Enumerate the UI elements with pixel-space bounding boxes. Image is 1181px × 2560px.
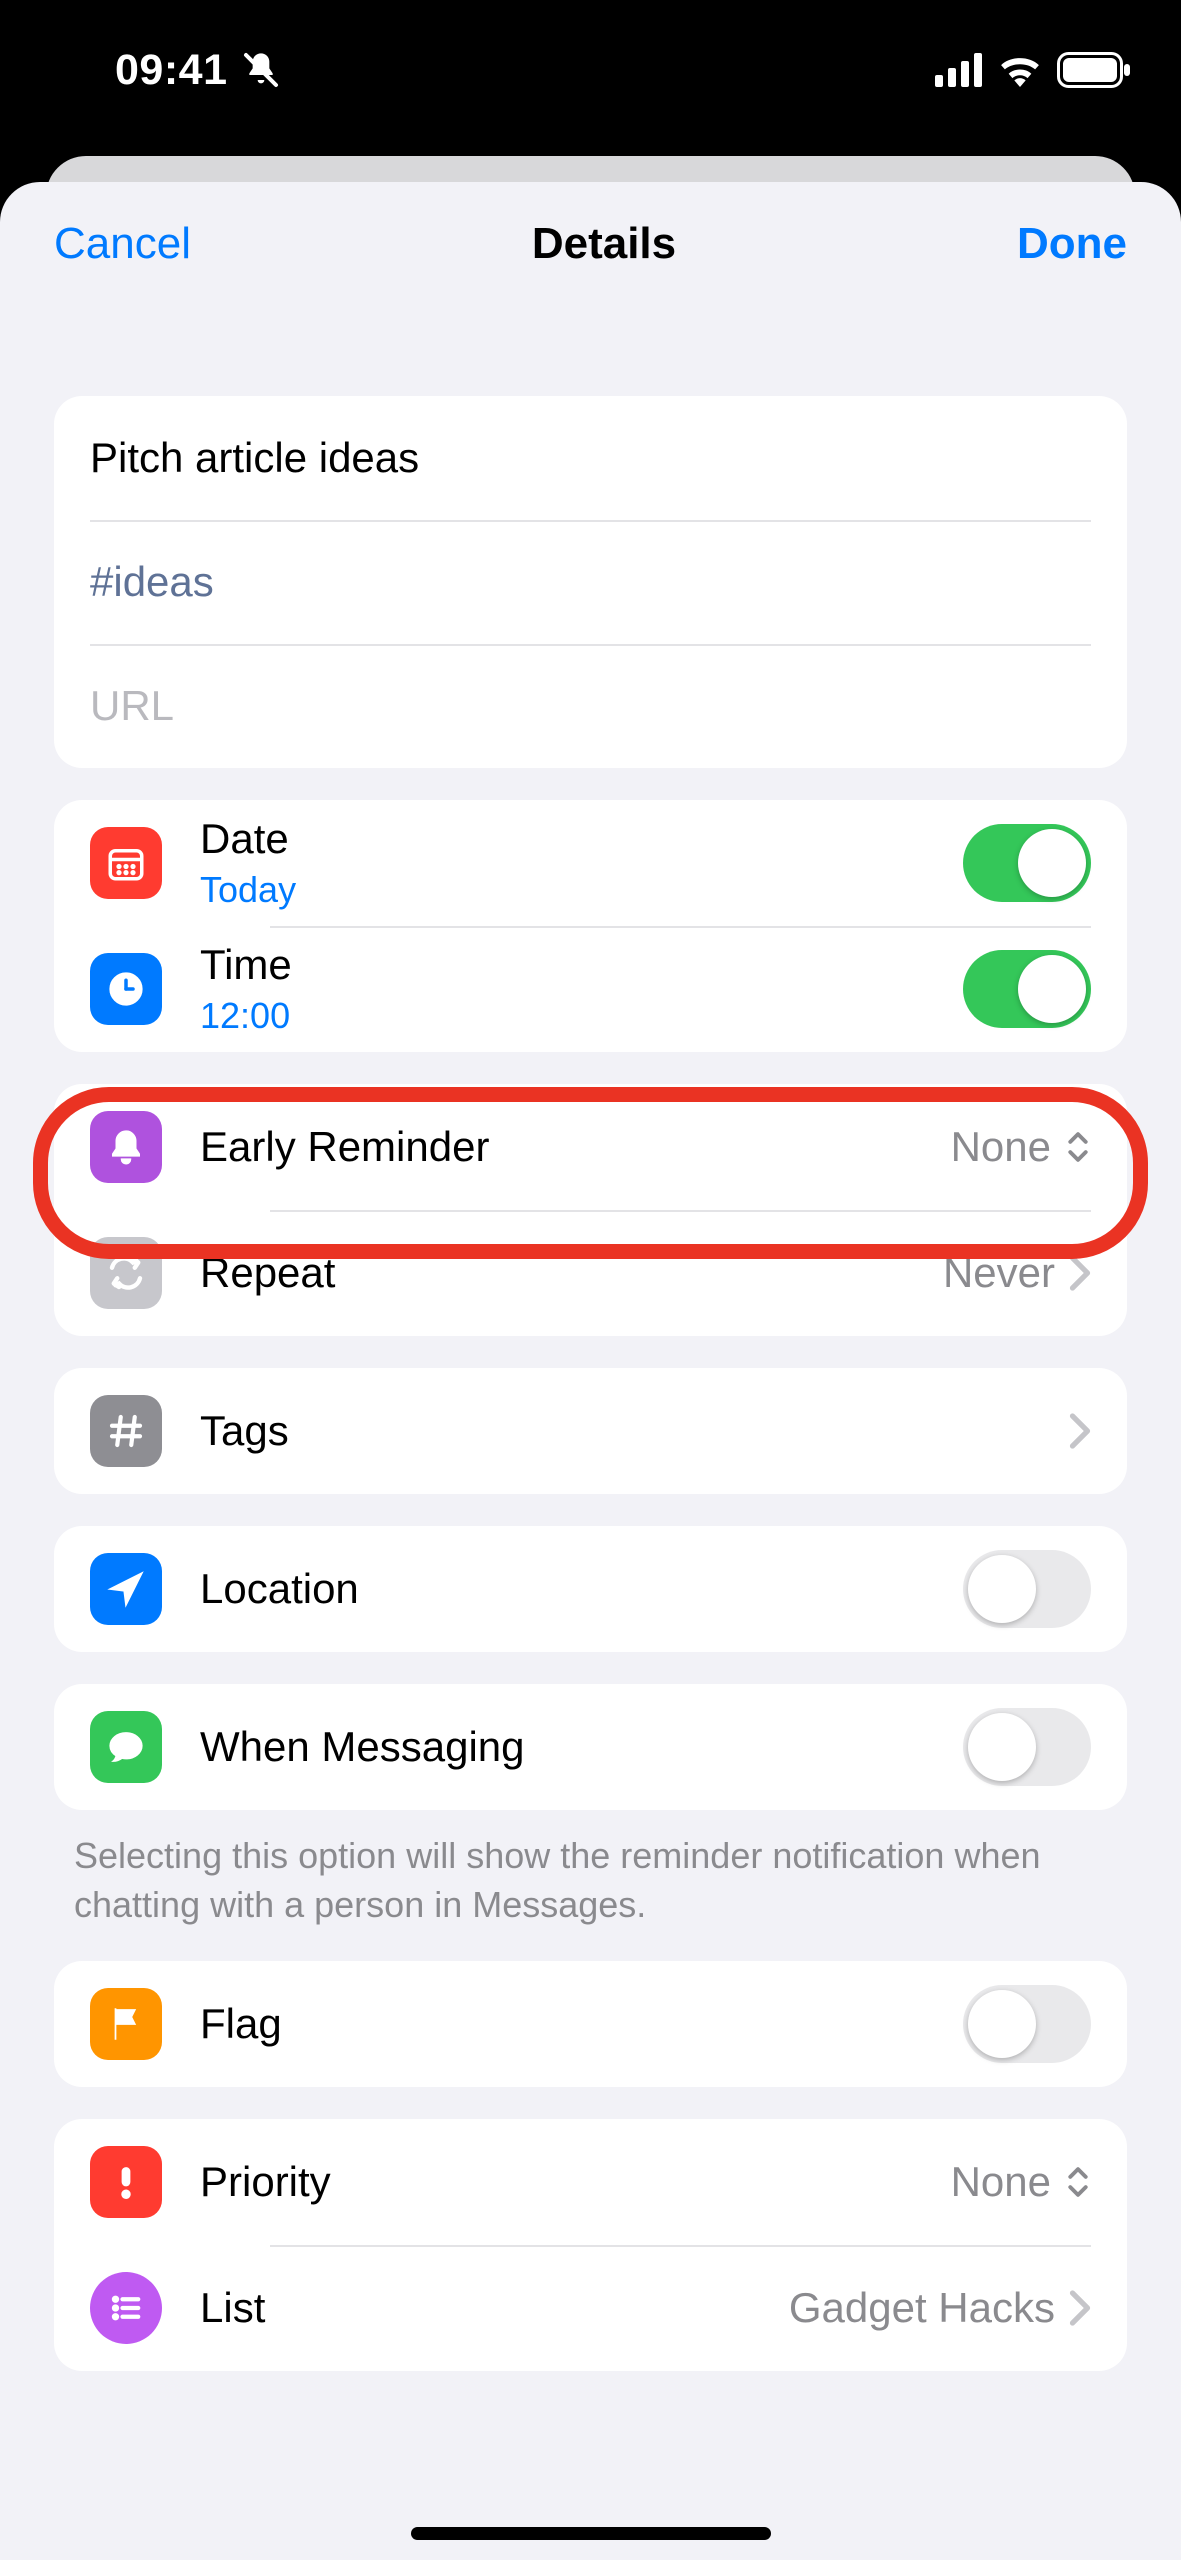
location-arrow-icon	[90, 1553, 162, 1625]
location-group: Location	[54, 1526, 1127, 1652]
repeat-value: Never	[943, 1249, 1055, 1297]
reminder-url-field[interactable]: URL	[54, 644, 1127, 768]
priority-list-group: Priority None List Gadget Hacks	[54, 2119, 1127, 2371]
tags-group: Tags	[54, 1368, 1127, 1494]
list-value: Gadget Hacks	[789, 2284, 1055, 2332]
date-value: Today	[200, 869, 963, 911]
list-label: List	[200, 2284, 789, 2332]
battery-icon	[1057, 52, 1131, 88]
clock-icon	[90, 953, 162, 1025]
updown-icon	[1065, 1129, 1091, 1165]
home-indicator[interactable]	[411, 2527, 771, 2540]
page-title: Details	[532, 219, 676, 269]
chevron-right-icon	[1069, 1255, 1091, 1291]
tags-row[interactable]: Tags	[54, 1368, 1127, 1494]
bell-icon	[90, 1111, 162, 1183]
chevron-right-icon	[1069, 2290, 1091, 2326]
tags-label: Tags	[200, 1407, 1069, 1455]
location-row[interactable]: Location	[54, 1526, 1127, 1652]
time-label: Time	[200, 941, 963, 989]
date-label: Date	[200, 815, 963, 863]
priority-row[interactable]: Priority None	[54, 2119, 1127, 2245]
silent-mode-icon	[241, 50, 281, 90]
priority-value: None	[951, 2158, 1051, 2206]
cellular-signal-icon	[935, 53, 983, 87]
reminder-title-field[interactable]: Pitch article ideas	[54, 396, 1127, 520]
details-sheet: Cancel Details Done Pitch article ideas …	[0, 182, 1181, 2560]
flag-icon	[90, 1988, 162, 2060]
reminder-repeat-group: Early Reminder None Repeat Never	[54, 1084, 1127, 1336]
repeat-icon	[90, 1237, 162, 1309]
list-icon	[90, 2272, 162, 2344]
done-button[interactable]: Done	[1017, 219, 1127, 269]
messaging-footnote: Selecting this option will show the remi…	[0, 1810, 1181, 1929]
message-icon	[90, 1711, 162, 1783]
navigation-bar: Cancel Details Done	[0, 182, 1181, 306]
datetime-group: Date Today Time 12:00	[54, 800, 1127, 1052]
flag-label: Flag	[200, 2000, 963, 2048]
list-row[interactable]: List Gadget Hacks	[54, 2245, 1127, 2371]
hash-icon	[90, 1395, 162, 1467]
messaging-label: When Messaging	[200, 1723, 963, 1771]
time-row[interactable]: Time 12:00	[54, 926, 1127, 1052]
messaging-toggle[interactable]	[963, 1708, 1091, 1786]
messaging-group: When Messaging	[54, 1684, 1127, 1810]
wifi-icon	[997, 53, 1043, 87]
date-toggle[interactable]	[963, 824, 1091, 902]
updown-icon	[1065, 2164, 1091, 2200]
flag-group: Flag	[54, 1961, 1127, 2087]
status-bar: 09:41	[0, 0, 1181, 140]
repeat-row[interactable]: Repeat Never	[54, 1210, 1127, 1336]
early-reminder-row[interactable]: Early Reminder None	[54, 1084, 1127, 1210]
exclamation-icon	[90, 2146, 162, 2218]
time-value: 12:00	[200, 995, 963, 1037]
chevron-right-icon	[1069, 1413, 1091, 1449]
early-reminder-value: None	[951, 1123, 1051, 1171]
time-toggle[interactable]	[963, 950, 1091, 1028]
repeat-label: Repeat	[200, 1249, 943, 1297]
messaging-row[interactable]: When Messaging	[54, 1684, 1127, 1810]
flag-toggle[interactable]	[963, 1985, 1091, 2063]
cancel-button[interactable]: Cancel	[54, 219, 191, 269]
early-reminder-label: Early Reminder	[200, 1123, 951, 1171]
date-row[interactable]: Date Today	[54, 800, 1127, 926]
priority-label: Priority	[200, 2158, 951, 2206]
calendar-icon	[90, 827, 162, 899]
flag-row[interactable]: Flag	[54, 1961, 1127, 2087]
location-label: Location	[200, 1565, 963, 1613]
status-time: 09:41	[115, 46, 227, 95]
title-group: Pitch article ideas #ideas URL	[54, 396, 1127, 768]
location-toggle[interactable]	[963, 1550, 1091, 1628]
reminder-notes-field[interactable]: #ideas	[54, 520, 1127, 644]
